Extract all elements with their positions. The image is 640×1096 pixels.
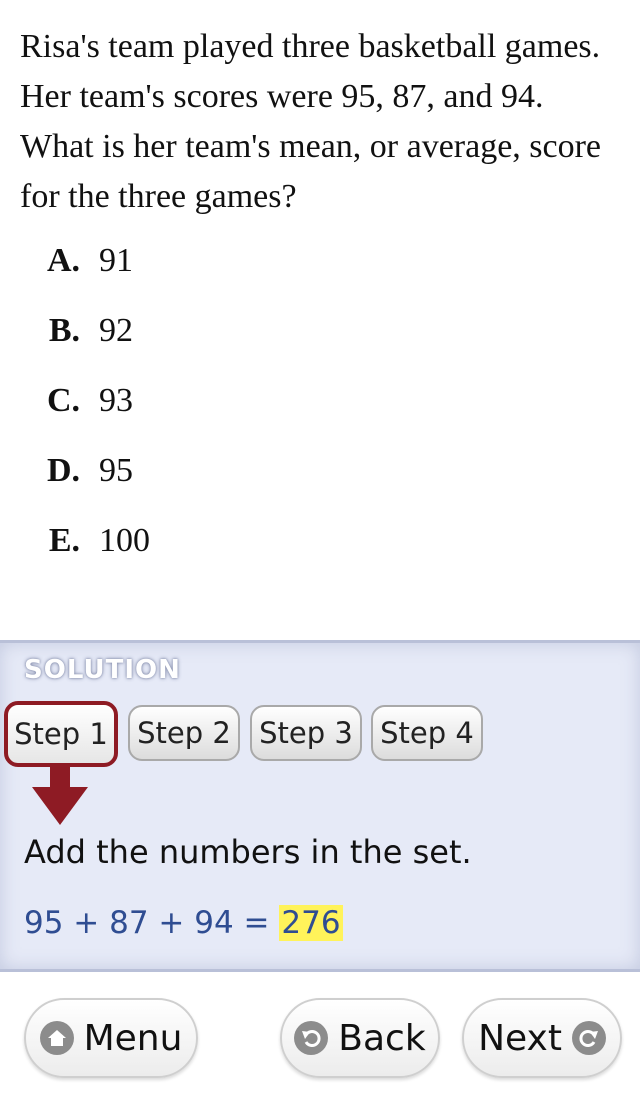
question-text: Risa's team played three basketball game… (20, 28, 602, 215)
solution-label: SOLUTION (24, 655, 181, 685)
step-1-tab[interactable]: Step 1 (4, 701, 118, 767)
menu-button[interactable]: Menu (24, 998, 198, 1078)
back-arrow-icon (294, 1021, 329, 1055)
choice-value: 100 (99, 522, 150, 559)
next-button[interactable]: Next (462, 998, 622, 1078)
step-4-tab[interactable]: Step 4 (371, 705, 483, 761)
choice-letter: A. (46, 242, 80, 279)
choice-letter: D. (46, 452, 80, 489)
back-label: Back (338, 1017, 426, 1059)
solution-panel: SOLUTION Step 1 Step 2 Step 3 Step 4 Add… (0, 640, 640, 972)
choice-letter: E. (48, 522, 80, 559)
home-icon (39, 1021, 74, 1055)
step-2-tab[interactable]: Step 2 (128, 705, 240, 761)
choice-a[interactable]: A. 91 (0, 242, 640, 292)
next-label: Next (478, 1017, 562, 1059)
choice-d[interactable]: D. 95 (0, 452, 640, 502)
choice-value: 95 (99, 452, 133, 489)
equation-expression: 95 + 87 + 94 = (24, 905, 280, 941)
choice-value: 92 (99, 312, 133, 349)
back-button[interactable]: Back (280, 998, 440, 1078)
choice-value: 91 (99, 242, 133, 279)
solution-equation: 95 + 87 + 94 = 276 (24, 905, 343, 941)
choice-c[interactable]: C. 93 (0, 382, 640, 432)
forward-arrow-icon (571, 1021, 606, 1055)
choice-value: 93 (99, 382, 133, 419)
down-arrow-icon (32, 767, 88, 825)
equation-result: 276 (279, 905, 343, 941)
menu-label: Menu (83, 1017, 183, 1059)
choice-e[interactable]: E. 100 (0, 522, 640, 572)
solution-instruction: Add the numbers in the set. (24, 833, 472, 871)
choice-letter: C. (46, 382, 80, 419)
step-3-tab[interactable]: Step 3 (250, 705, 362, 761)
choice-b[interactable]: B. 92 (0, 312, 640, 362)
choice-letter: B. (48, 312, 80, 349)
